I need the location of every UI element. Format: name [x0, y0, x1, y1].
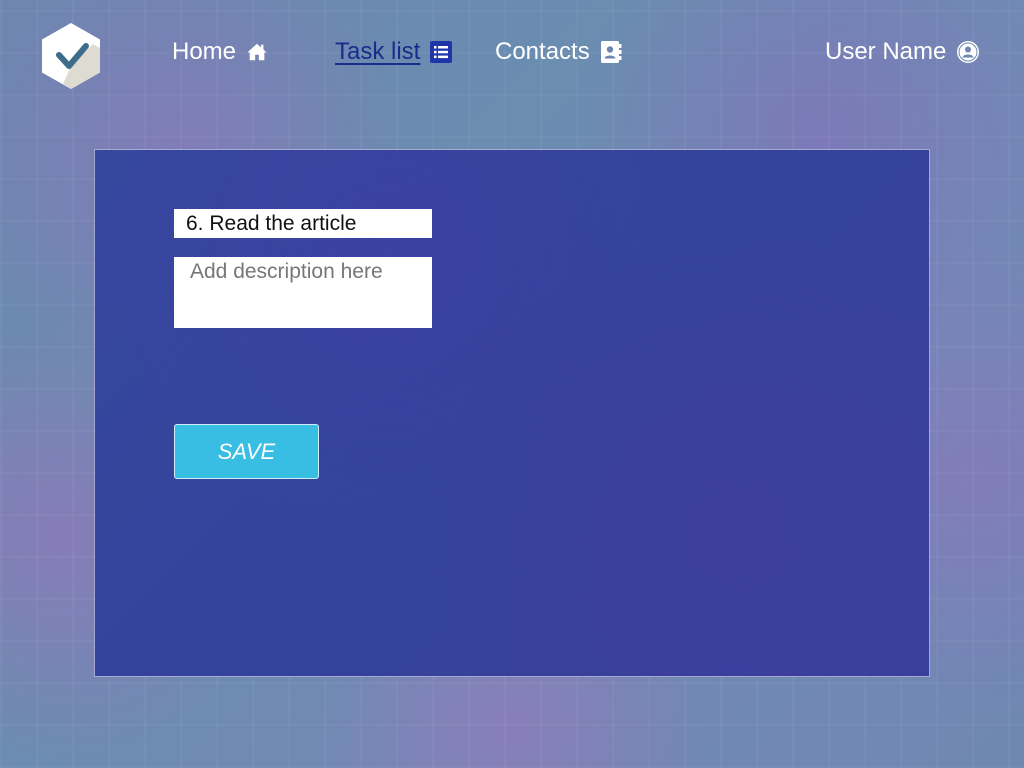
app-logo[interactable]	[41, 22, 101, 90]
nav-contacts-label: Contacts	[495, 38, 590, 65]
nav-task-list-label: Task list	[335, 38, 421, 65]
task-description-input[interactable]	[174, 257, 432, 328]
nav-task-list[interactable]: Task list	[335, 34, 453, 70]
checkmark-hexagon-icon	[42, 23, 100, 89]
user-circle-icon	[956, 40, 980, 64]
task-edit-panel: SAVE	[94, 149, 930, 677]
nav-home-label: Home	[172, 38, 237, 65]
nav-user[interactable]: User Name	[825, 34, 980, 70]
user-name-label: User Name	[825, 38, 947, 65]
task-title-input[interactable]	[174, 209, 432, 238]
save-button[interactable]: SAVE	[174, 424, 319, 479]
home-icon	[246, 41, 268, 63]
address-book-icon	[600, 40, 622, 64]
nav-home[interactable]: Home	[172, 34, 268, 70]
list-icon	[430, 41, 453, 63]
nav-contacts[interactable]: Contacts	[495, 34, 622, 70]
